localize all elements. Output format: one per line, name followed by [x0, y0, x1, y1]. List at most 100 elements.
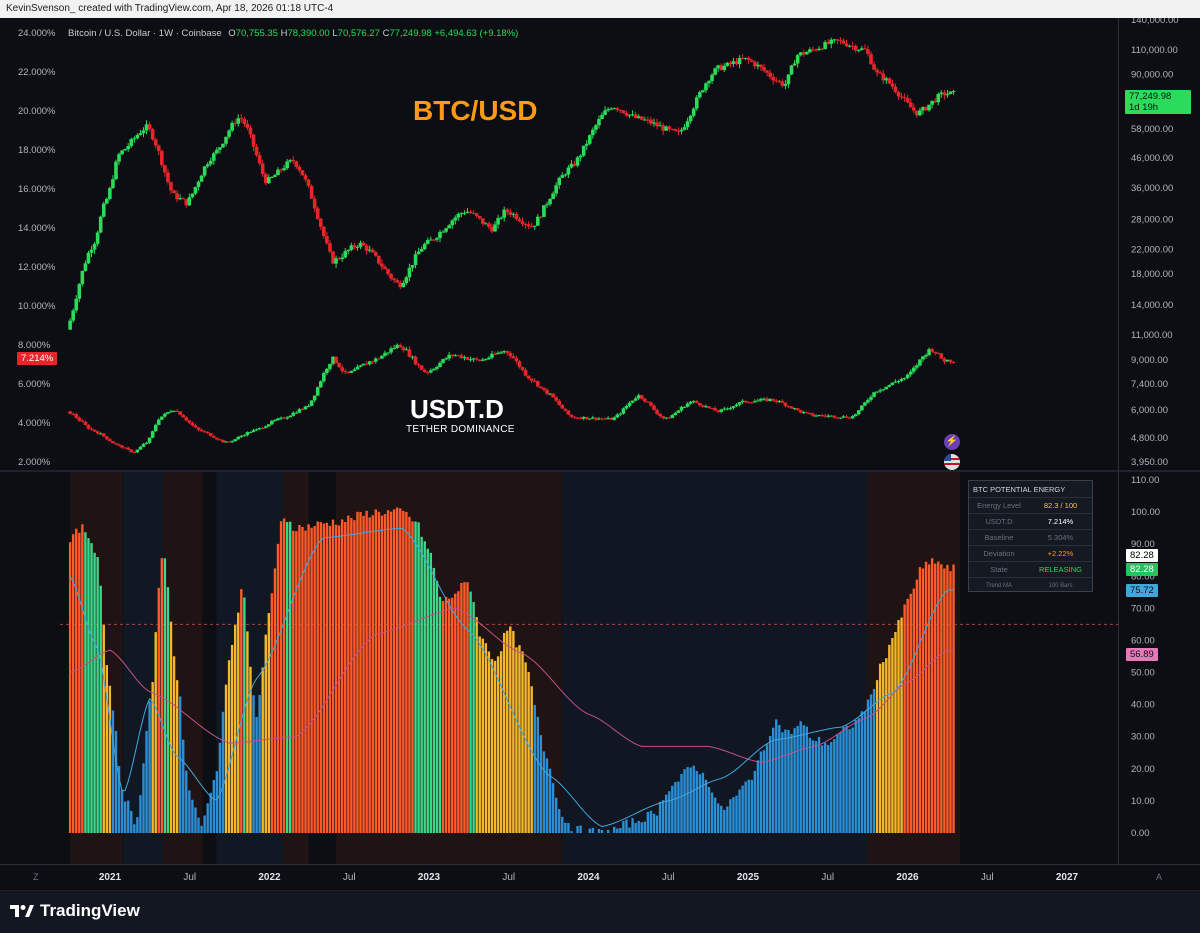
btc-y-tick-label: 11,000.00 [1131, 330, 1173, 341]
btc-candle [450, 220, 455, 226]
usdt-candle [199, 429, 204, 432]
btc-candle [542, 205, 546, 217]
btc-candle [105, 198, 109, 204]
btc-candle [856, 49, 861, 51]
osc-bar [683, 769, 686, 833]
usdt-candle [514, 358, 519, 362]
btc-candle [300, 170, 305, 176]
btc-candle [493, 224, 497, 232]
btc-candle [190, 193, 195, 198]
btc-candle [557, 177, 562, 186]
btc-candle [129, 139, 134, 147]
lightning-icon[interactable]: ⚡ [944, 434, 960, 450]
btc-y-tick-label: 46,000.00 [1131, 153, 1173, 164]
btc-candle [667, 126, 672, 129]
osc-bar [930, 558, 934, 833]
osc-bar [866, 699, 870, 833]
osc-bar [943, 568, 946, 833]
osc-bar [273, 568, 277, 833]
osc-bar [830, 741, 833, 833]
btc-candle [902, 97, 907, 99]
btc-candle [927, 104, 931, 111]
osc-y-tick-label: 60.00 [1131, 635, 1155, 646]
osc-bar [169, 621, 173, 833]
usdt-candle [211, 436, 216, 438]
chart-canvas[interactable]: 140,000.00110,000.0090,000.0072,000.0058… [0, 18, 1200, 890]
ohlc-high: 78,390.00 [287, 28, 330, 39]
osc-bar [292, 530, 295, 833]
usdt-candle [105, 436, 109, 440]
btc-candle [172, 190, 176, 194]
ohlc-close: 77,249.98 [389, 28, 432, 39]
btc-candle [841, 40, 846, 44]
osc-bar [885, 658, 888, 833]
usdt-candle [432, 368, 436, 371]
osc-bar [212, 780, 215, 833]
us-flag-icon[interactable] [944, 454, 960, 470]
usdt-candle [484, 359, 488, 361]
chart-area[interactable]: 140,000.00110,000.0090,000.0072,000.0058… [0, 18, 1200, 890]
energy-panel-title: BTC POTENTIAL ENERGY [973, 484, 1066, 494]
osc-bar [888, 644, 891, 833]
usdt-candle [150, 431, 155, 438]
osc-bar [163, 558, 167, 833]
time-axis-label: Jul [502, 872, 515, 883]
osc-bar [710, 792, 714, 833]
btc-candle [108, 188, 112, 199]
osc-bar [701, 772, 705, 833]
btc-candle [679, 129, 684, 132]
btc-candle [548, 199, 552, 205]
osc-bar [695, 770, 698, 833]
osc-bar [460, 582, 463, 833]
btc-candle [208, 160, 213, 165]
usdt-candle [435, 366, 439, 369]
osc-bar [432, 567, 436, 833]
tradingview-logo[interactable]: TradingView [10, 901, 140, 921]
osc-bar [539, 735, 543, 833]
usdt-candle [930, 349, 934, 352]
usdt-candle [783, 402, 788, 406]
osc-bar [133, 824, 136, 833]
btc-candle [413, 254, 418, 266]
btc-candle [805, 52, 809, 55]
energy-panel: BTC POTENTIAL ENERGY Energy Level 82.3 / … [968, 480, 1093, 592]
tradingview-mark-icon [10, 905, 34, 917]
osc-bar [548, 768, 552, 833]
usdt-y-tick-label: 12.000% [18, 262, 56, 273]
energy-row-value: 7.214% [1047, 517, 1074, 526]
btc-candle [150, 129, 155, 140]
btc-candle [101, 203, 106, 217]
btc-candle [156, 145, 161, 151]
btc-candle [468, 211, 473, 214]
btc-candle [749, 60, 754, 62]
usdt-candle [542, 387, 546, 390]
btc-candle [123, 149, 127, 151]
usdt-candle [676, 410, 681, 413]
btc-candle [117, 154, 121, 162]
usdt-candle [260, 427, 265, 429]
btc-candle [196, 181, 201, 188]
osc-bar [405, 511, 408, 833]
osc-bar [377, 511, 381, 833]
usdt-candle [126, 447, 131, 450]
osc-bar [197, 817, 200, 833]
osc-bar [674, 781, 677, 833]
osc-bar [408, 516, 411, 833]
usdt-candle [545, 389, 549, 394]
osc-bar [295, 531, 298, 833]
usdt-candle [658, 413, 662, 417]
usdt-candle [322, 372, 326, 382]
usdt-candle [251, 430, 256, 433]
ohlc-open-label: O [228, 28, 236, 39]
usdt-candle [707, 406, 711, 409]
btc-candle [532, 225, 537, 227]
osc-bar [640, 822, 643, 833]
osc-bar [909, 593, 912, 833]
osc-bar [518, 645, 521, 833]
btc-candle [92, 243, 97, 250]
energy-row-label: Baseline [984, 533, 1014, 542]
usdt-candle [939, 353, 944, 359]
osc-bar [353, 520, 356, 833]
osc-bar [478, 636, 481, 833]
usdt-candle [584, 416, 589, 419]
